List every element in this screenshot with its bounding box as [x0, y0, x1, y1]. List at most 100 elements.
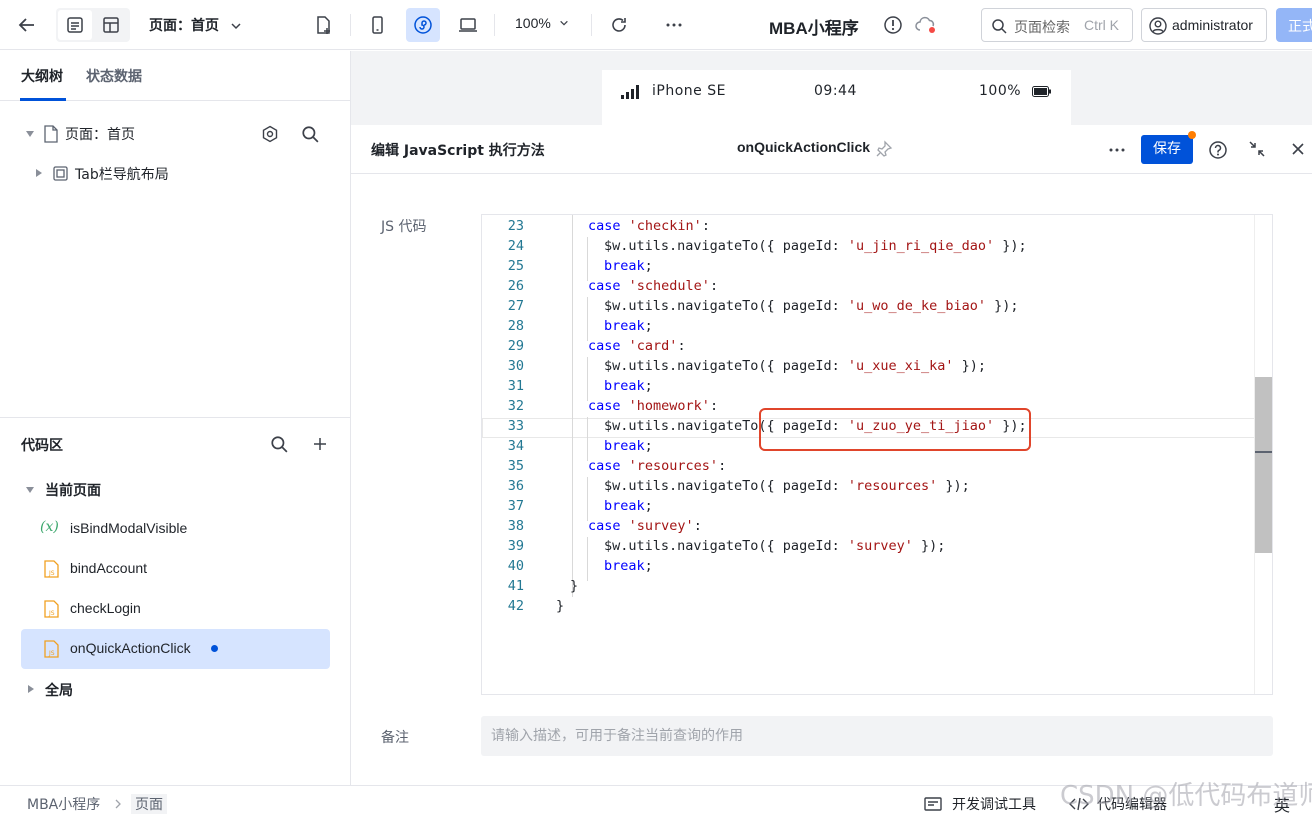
layout-view-button[interactable]: [94, 10, 128, 40]
more-icon[interactable]: [662, 14, 686, 36]
collapse-icon[interactable]: [1248, 140, 1266, 158]
miniprogram-device-icon[interactable]: [406, 8, 440, 42]
app-root: 页面：首页 100% MBA小程序 页面检索 Ctrl K administra…: [0, 0, 1312, 819]
left-tabs: 大纲树 状态数据: [0, 51, 350, 101]
indent-guide: [587, 297, 588, 341]
code-line: $w.utils.navigateTo({ pageId: 'u_wo_de_k…: [604, 298, 1019, 314]
mobile-device-icon[interactable]: [366, 14, 388, 36]
tab-state-data[interactable]: 状态数据: [86, 66, 142, 86]
code-item-label: bindAccount: [70, 560, 148, 576]
js-code-label: JS 代码: [381, 219, 427, 235]
more-icon[interactable]: [1107, 140, 1127, 160]
add-page-icon[interactable]: [312, 14, 334, 36]
line-number: 32: [507, 398, 524, 414]
current-page-group[interactable]: 当前页面: [26, 480, 226, 500]
caret-down-icon: [26, 487, 34, 493]
left-panel: 大纲树 状态数据 页面：首页 Tab栏导航布局 代码区 当前页面 (x) isB…: [0, 51, 351, 785]
code-editor-button[interactable]: 代码编辑器: [1097, 794, 1167, 814]
svg-text:JS: JS: [48, 610, 55, 617]
page-selector-label: 页面：首页: [149, 18, 219, 34]
line-number: 29: [507, 338, 524, 354]
caret-down-icon: [26, 131, 34, 137]
code-line: break;: [604, 378, 653, 394]
code-item-isBindModalVisible[interactable]: (x) isBindModalVisible: [21, 509, 330, 549]
outline-node-label: Tab栏导航布局: [75, 167, 169, 183]
indent-guide: [587, 477, 588, 521]
code-item-checkLogin[interactable]: JS checkLogin: [21, 589, 330, 629]
code-item-bindAccount[interactable]: JS bindAccount: [21, 549, 330, 589]
info-icon[interactable]: [883, 15, 903, 35]
indent-guide: [587, 237, 588, 281]
outline-node-page[interactable]: 页面：首页: [26, 124, 326, 144]
code-item-label: checkLogin: [70, 600, 141, 616]
language-toggle[interactable]: 英: [1274, 792, 1290, 816]
global-group[interactable]: 全局: [26, 680, 226, 700]
code-item-onQuickActionClick[interactable]: JS onQuickActionClick: [21, 629, 330, 669]
current-page-label: 当前页面: [45, 483, 101, 499]
settings-icon[interactable]: [261, 125, 279, 143]
page-view-button[interactable]: [58, 10, 92, 40]
zoom-value: 100%: [515, 15, 551, 31]
caret-right-icon: [36, 169, 42, 177]
close-icon[interactable]: [1290, 141, 1306, 157]
toolbar-divider: [494, 14, 495, 36]
add-icon[interactable]: [312, 436, 328, 452]
code-line: }: [570, 578, 579, 594]
cloud-sync-icon[interactable]: [914, 15, 938, 35]
page-search-box[interactable]: 页面检索 Ctrl K: [981, 8, 1133, 42]
unsaved-dot: [211, 645, 218, 652]
publish-button[interactable]: 正式: [1276, 8, 1312, 42]
zoom-selector[interactable]: 100%: [515, 15, 569, 31]
code-line: case 'card':: [588, 338, 686, 354]
search-icon[interactable]: [301, 125, 319, 143]
line-number: 24: [507, 238, 524, 254]
breadcrumb-app[interactable]: MBA小程序: [27, 794, 100, 814]
code-line: break;: [604, 558, 653, 574]
line-number: 38: [507, 518, 524, 534]
scrollbar-position-marker: [1255, 451, 1272, 453]
global-label: 全局: [45, 683, 73, 699]
editor-header: 编辑 JavaScript 执行方法 onQuickActionClick 保存: [351, 125, 1312, 174]
device-name: iPhone SE: [652, 83, 726, 99]
chevron-down-icon: [559, 20, 568, 26]
canvas-area: iPhone SE 09:44 100% 编辑 JavaScript 执行方法 …: [351, 51, 1312, 785]
user-menu[interactable]: administrator: [1141, 8, 1267, 42]
tab-outline-tree[interactable]: 大纲树: [21, 66, 63, 86]
laptop-device-icon[interactable]: [456, 14, 480, 36]
js-file-icon: JS: [44, 560, 59, 578]
save-button[interactable]: 保存: [1141, 135, 1193, 164]
search-icon[interactable]: [270, 435, 288, 453]
breadcrumb-page[interactable]: 页面: [131, 794, 167, 814]
code-item-label: isBindModalVisible: [70, 520, 188, 536]
code-item-label: onQuickActionClick: [70, 640, 191, 656]
active-tab-indicator: [20, 98, 66, 101]
remark-field[interactable]: [481, 716, 1273, 756]
vertical-scrollbar[interactable]: [1255, 377, 1272, 553]
unsaved-indicator-dot: [1188, 131, 1196, 139]
page-icon: [44, 125, 58, 143]
toolbar-divider: [591, 14, 592, 36]
caret-right-icon: [28, 685, 34, 693]
highlight-annotation-box: [759, 408, 1031, 451]
remark-label: 备注: [381, 730, 409, 746]
help-icon[interactable]: [1208, 140, 1228, 160]
line-number: 28: [507, 318, 524, 334]
refresh-icon[interactable]: [608, 14, 630, 36]
line-number: 40: [507, 558, 524, 574]
app-name: MBA小程序: [769, 19, 859, 38]
code-line: case 'survey':: [588, 518, 702, 534]
line-number: 23: [507, 218, 524, 234]
code-editor[interactable]: 23 24 25 26 27 28 29 30 31 32 33 34 35 3…: [481, 214, 1273, 695]
back-arrow-icon[interactable]: [16, 14, 38, 36]
devtools-button[interactable]: 开发调试工具: [952, 794, 1036, 814]
code-line: break;: [604, 438, 653, 454]
devtools-icon: [924, 797, 942, 811]
remark-input[interactable]: [481, 716, 1273, 756]
pin-icon[interactable]: [875, 140, 893, 158]
search-shortcut: Ctrl K: [1084, 17, 1119, 33]
line-number: 34: [507, 438, 524, 454]
outline-node-tab-layout[interactable]: Tab栏导航布局: [36, 164, 326, 184]
page-selector[interactable]: 页面：首页: [149, 15, 242, 35]
code-line: $w.utils.navigateTo({ pageId: 'u_jin_ri_…: [604, 238, 1027, 254]
indent-guide: [587, 537, 588, 581]
